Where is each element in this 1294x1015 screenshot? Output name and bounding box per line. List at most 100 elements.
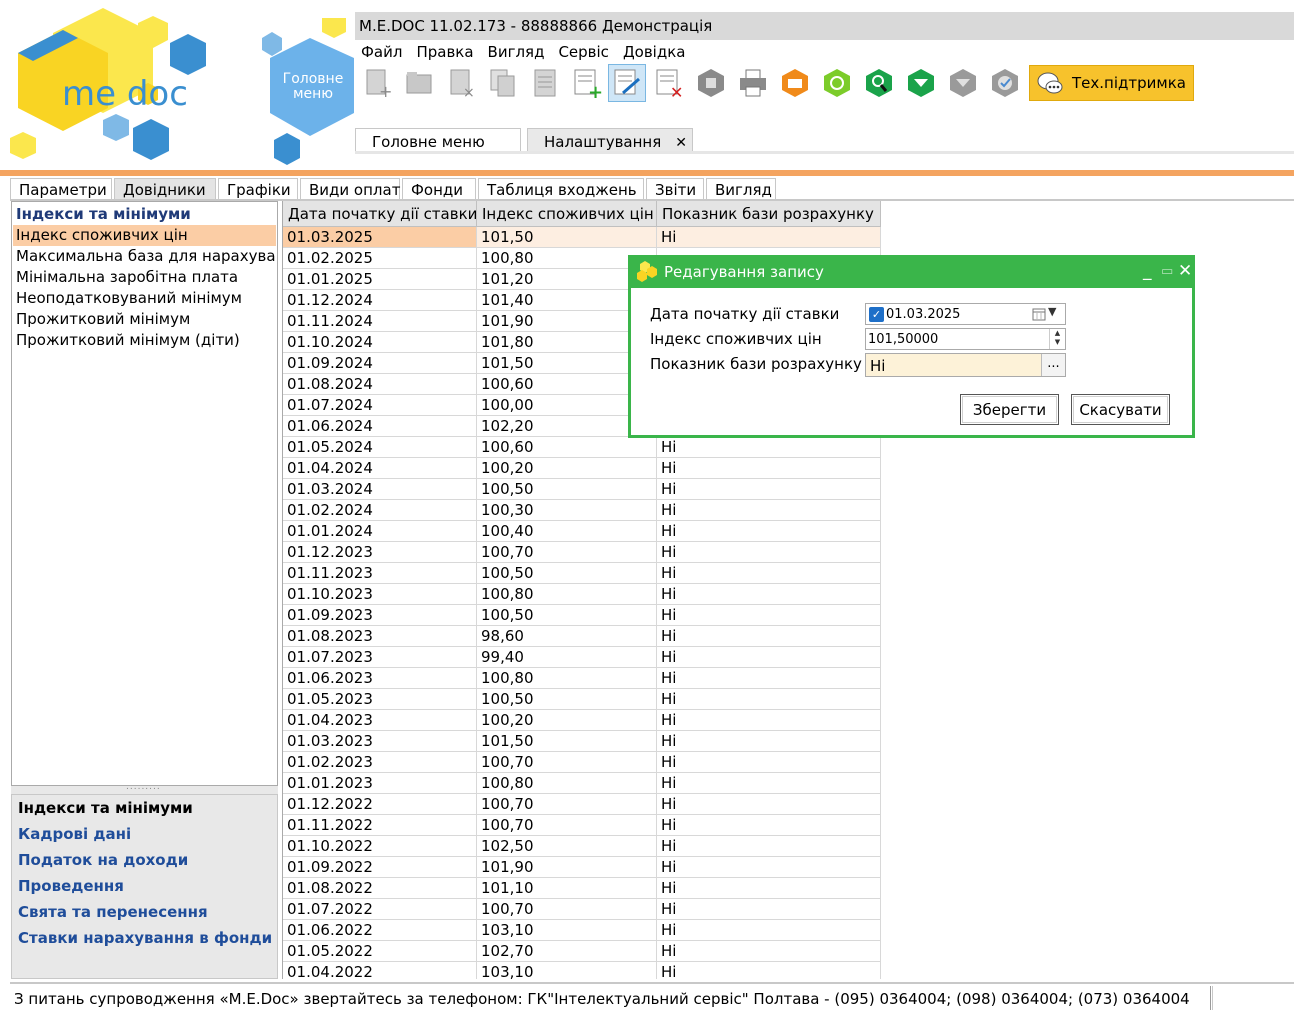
menu-file[interactable]: Файл [361,42,402,61]
cell-base[interactable]: Ні [657,857,881,878]
cell-date[interactable]: 01.03.2023 [283,731,477,752]
cell-cpi[interactable]: 100,80 [477,584,657,605]
cell-base[interactable]: Ні [657,437,881,458]
cell-cpi[interactable]: 101,90 [477,857,657,878]
cell-base[interactable]: Ні [657,458,881,479]
table-row[interactable]: 01.02.2024 100,30 Ні [283,500,881,521]
table-row[interactable]: 01.07.2022 100,70 Ні [283,899,881,920]
copy-icon[interactable] [484,64,522,102]
cell-date[interactable]: 01.12.2024 [283,290,477,311]
cell-date[interactable]: 01.07.2023 [283,647,477,668]
cell-cpi[interactable]: 102,70 [477,941,657,962]
table-row[interactable]: 01.05.2023 100,50 Ні [283,689,881,710]
menu-service[interactable]: Сервіс [558,42,608,61]
table-row[interactable]: 01.08.2023 98,60 Ні [283,626,881,647]
cell-cpi[interactable]: 100,50 [477,479,657,500]
cell-date[interactable]: 01.01.2025 [283,269,477,290]
table-row[interactable]: 01.01.2023 100,80 Ні [283,773,881,794]
cell-date[interactable]: 01.08.2024 [283,374,477,395]
cell-cpi[interactable]: 100,80 [477,668,657,689]
cell-cpi[interactable]: 100,50 [477,689,657,710]
cell-base[interactable]: Ні [657,962,881,979]
cell-date[interactable]: 01.05.2024 [283,437,477,458]
tab-parameters[interactable]: Параметри [10,178,112,200]
cell-date[interactable]: 01.02.2024 [283,500,477,521]
cell-base[interactable]: Ні [657,920,881,941]
base-indicator-field[interactable]: Ні ... [865,353,1066,377]
cell-base[interactable]: Ні [657,731,881,752]
cell-base[interactable]: Ні [657,773,881,794]
list-icon[interactable] [526,64,564,102]
cell-cpi[interactable]: 100,60 [477,437,657,458]
cell-date[interactable]: 01.12.2022 [283,794,477,815]
dialog-titlebar[interactable]: Редагування запису _ ▭ ✕ [631,258,1192,288]
cell-base[interactable]: Ні [657,479,881,500]
delete-record-icon[interactable]: ✕ [650,64,688,102]
cell-base[interactable]: Ні [657,710,881,731]
cell-date[interactable]: 01.06.2023 [283,668,477,689]
add-record-icon[interactable]: + [568,64,606,102]
table-row[interactable]: 01.11.2023 100,50 Ні [283,563,881,584]
cell-cpi[interactable]: 100,70 [477,752,657,773]
tab-schedules[interactable]: Графіки [218,178,298,200]
menu-view[interactable]: Вигляд [488,42,545,61]
cell-date[interactable]: 01.09.2022 [283,857,477,878]
cell-cpi[interactable]: 100,20 [477,458,657,479]
cell-date[interactable]: 01.09.2023 [283,605,477,626]
cell-base[interactable]: Ні [657,542,881,563]
send-icon[interactable] [776,64,814,102]
checkbox-checked-icon[interactable]: ✓ [869,307,884,322]
spin-buttons[interactable]: ▲ ▼ [1049,329,1065,349]
cell-cpi[interactable]: 101,50 [477,227,657,248]
cell-cpi[interactable]: 101,10 [477,878,657,899]
nav-indexes-minimums[interactable]: Індекси та мінімуми [18,799,193,817]
cell-cpi[interactable]: 100,70 [477,794,657,815]
cell-base[interactable]: Ні [657,227,881,248]
cell-date[interactable]: 01.10.2022 [283,836,477,857]
cell-date[interactable]: 01.04.2022 [283,962,477,979]
cancel-button[interactable]: Скасувати [1071,394,1170,425]
cell-date[interactable]: 01.05.2022 [283,941,477,962]
save-button[interactable]: Зберегти [960,394,1059,425]
cell-date[interactable]: 01.03.2025 [283,227,477,248]
cell-base[interactable]: Ні [657,878,881,899]
open-doc-icon[interactable] [400,64,438,102]
menu-edit[interactable]: Правка [416,42,473,61]
cell-cpi[interactable]: 101,50 [477,731,657,752]
close-tab-icon[interactable]: ✕ [675,135,687,151]
cell-date[interactable]: 01.05.2023 [283,689,477,710]
list-item[interactable]: Прожитковий мінімум [13,309,276,330]
table-row[interactable]: 01.02.2023 100,70 Ні [283,752,881,773]
column-header-base[interactable]: Показник бази розрахунку [657,201,881,227]
cell-base[interactable]: Ні [657,941,881,962]
table-row[interactable]: 01.08.2022 101,10 Ні [283,878,881,899]
column-header-cpi[interactable]: Індекс споживчих цін [477,201,657,227]
table-row[interactable]: 01.09.2022 101,90 Ні [283,857,881,878]
cell-date[interactable]: 01.03.2024 [283,479,477,500]
panel-splitter[interactable]: ......... [11,782,278,794]
maximize-icon[interactable]: ▭ [1161,264,1173,279]
check-icon[interactable] [986,64,1024,102]
tab-main-menu[interactable]: Головне меню [355,128,521,152]
cell-date[interactable]: 01.02.2023 [283,752,477,773]
tab-entry-table[interactable]: Таблиця входжень [478,178,644,200]
table-row[interactable]: 01.04.2022 103,10 Ні [283,962,881,979]
cell-cpi[interactable]: 100,80 [477,773,657,794]
cell-date[interactable]: 01.11.2022 [283,815,477,836]
cell-date[interactable]: 01.02.2025 [283,248,477,269]
table-row[interactable]: 01.12.2022 100,70 Ні [283,794,881,815]
cell-base[interactable]: Ні [657,899,881,920]
cell-cpi[interactable]: 100,50 [477,563,657,584]
cell-base[interactable]: Ні [657,668,881,689]
table-row[interactable]: 01.06.2023 100,80 Ні [283,668,881,689]
tab-reports[interactable]: Звіти [646,178,704,200]
chevron-down-icon[interactable]: ▼ [1048,305,1056,318]
refresh-icon[interactable] [818,64,856,102]
calendar-icon[interactable] [1032,307,1046,325]
tab-references[interactable]: Довідники [114,178,216,200]
cell-date[interactable]: 01.01.2024 [283,521,477,542]
cell-base[interactable]: Ні [657,626,881,647]
cell-date[interactable]: 01.04.2024 [283,458,477,479]
cell-cpi[interactable]: 100,40 [477,521,657,542]
cell-date[interactable]: 01.12.2023 [283,542,477,563]
